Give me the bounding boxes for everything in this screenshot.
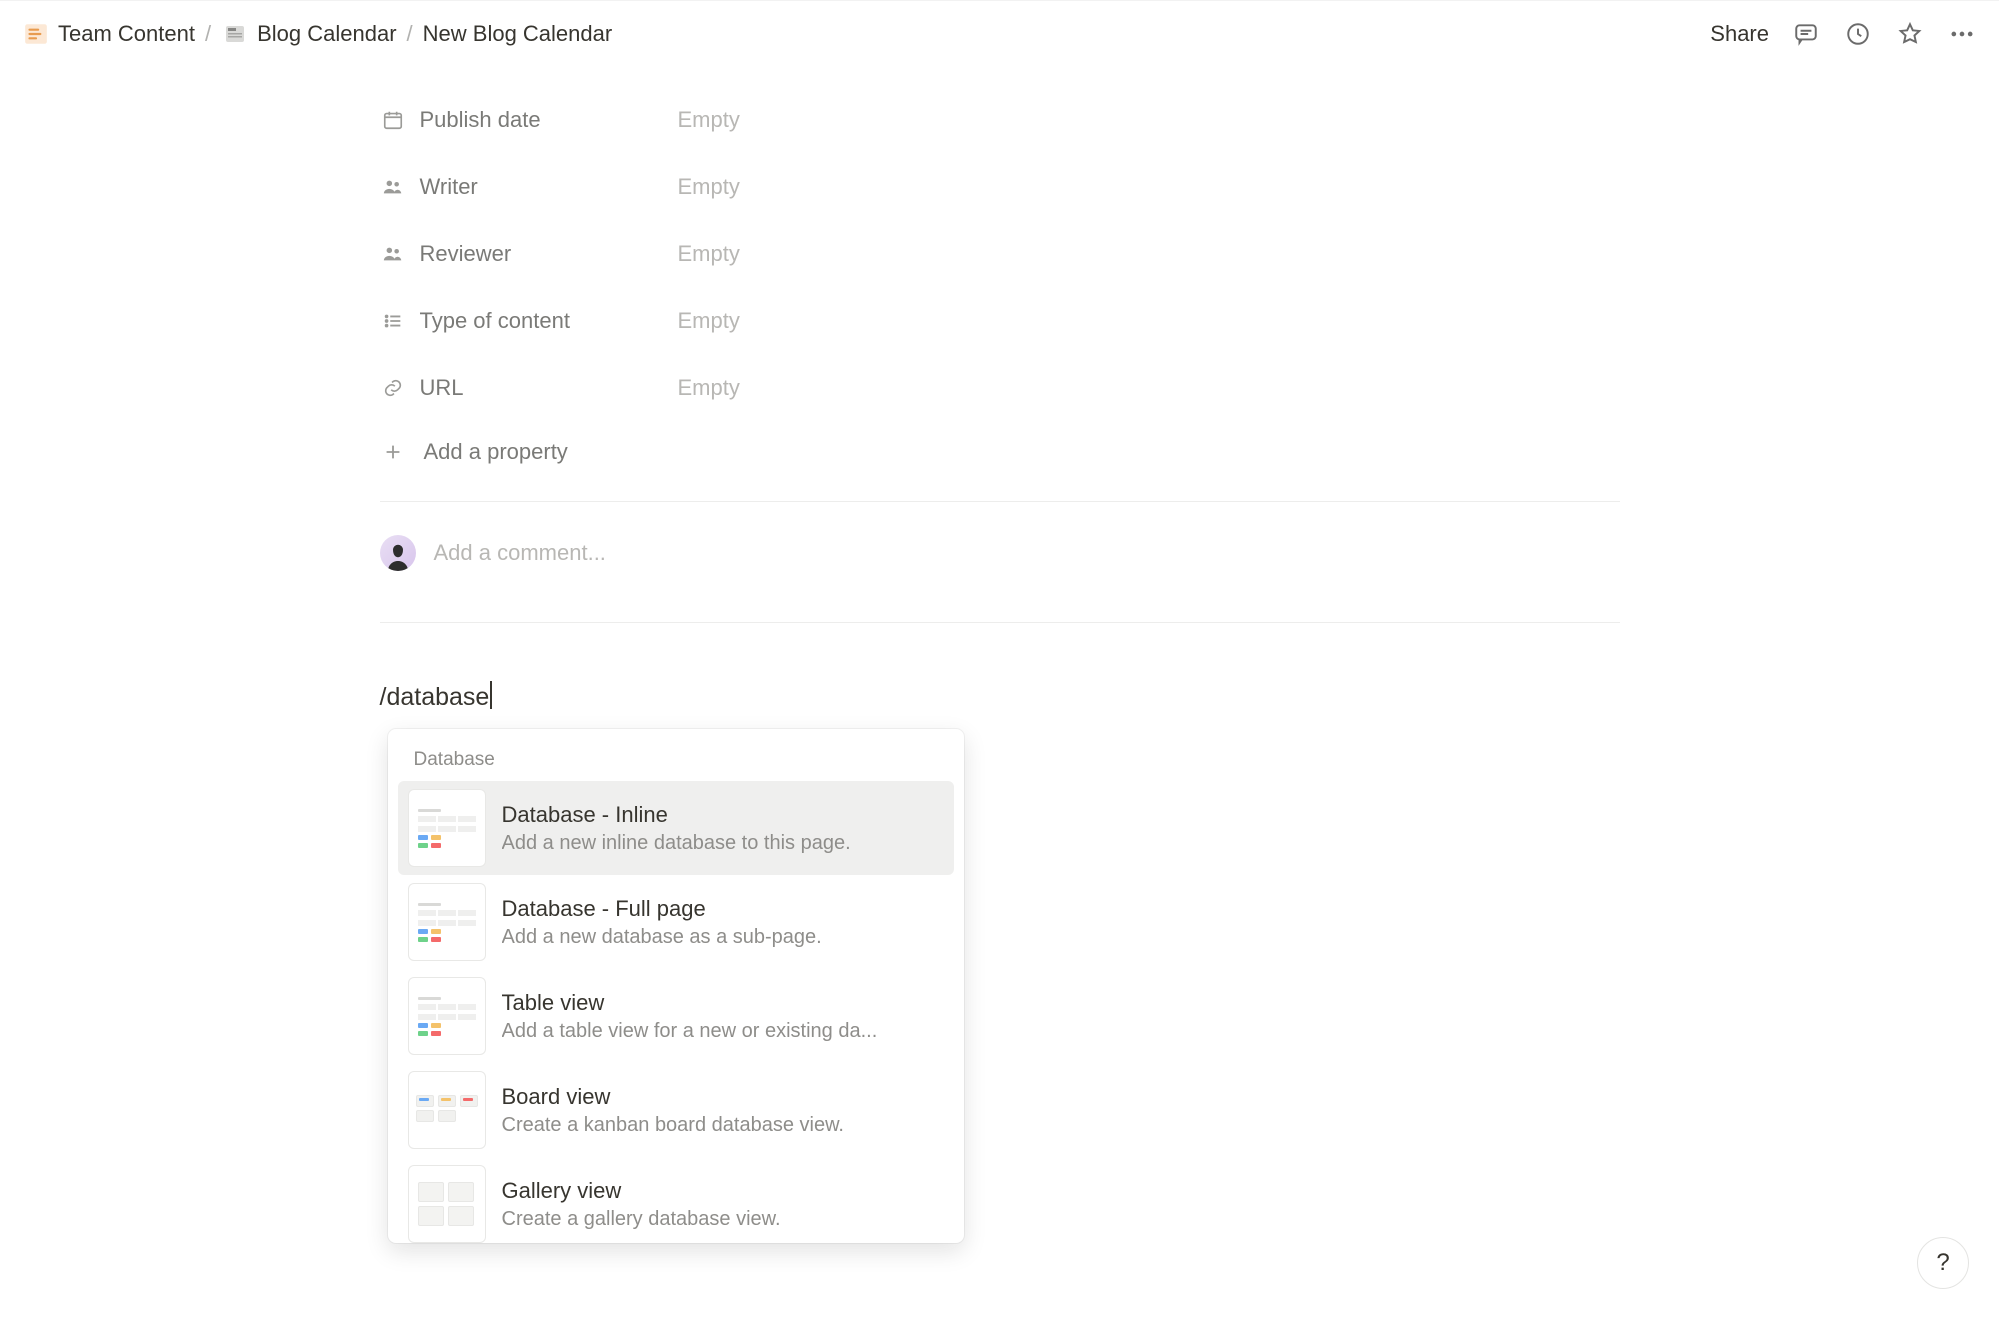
breadcrumb-item-current[interactable]: New Blog Calendar — [423, 21, 613, 47]
menu-item-desc: Add a new inline database to this page. — [502, 832, 851, 855]
topbar: Team Content / Blog Calendar / New Blog … — [0, 0, 1999, 66]
menu-thumb-icon — [408, 1071, 486, 1149]
property-name: URL — [420, 375, 464, 401]
menu-thumb-icon — [408, 977, 486, 1055]
text-cursor — [490, 681, 492, 709]
menu-thumb-icon — [408, 883, 486, 961]
menu-item-board-view[interactable]: Board view Create a kanban board databas… — [398, 1063, 954, 1157]
property-publish-date: Publish date Empty — [380, 86, 1620, 153]
property-value[interactable]: Empty — [678, 308, 740, 334]
menu-item-gallery-view[interactable]: Gallery view Create a gallery database v… — [398, 1157, 954, 1243]
breadcrumb-label: Team Content — [58, 21, 195, 47]
calendar-icon — [380, 107, 406, 133]
menu-thumb-icon — [408, 1165, 486, 1243]
menu-item-desc: Add a new database as a sub-page. — [502, 926, 822, 949]
newspaper-icon — [221, 20, 249, 48]
property-value[interactable]: Empty — [678, 375, 740, 401]
menu-item-database-inline[interactable]: Database - Inline Add a new inline datab… — [398, 781, 954, 875]
plus-icon — [380, 439, 406, 465]
command-input[interactable]: /database Database Database - Inline Add… — [380, 681, 1620, 712]
comments-icon[interactable] — [1791, 19, 1821, 49]
link-icon — [380, 375, 406, 401]
breadcrumb-separator-icon: / — [205, 21, 211, 47]
property-writer: Writer Empty — [380, 153, 1620, 220]
breadcrumb-separator-icon: / — [407, 21, 413, 47]
comment-row[interactable]: Add a comment... — [380, 502, 1620, 604]
menu-item-title: Gallery view — [502, 1178, 781, 1204]
property-reviewer: Reviewer Empty — [380, 220, 1620, 287]
add-property-button[interactable]: Add a property — [380, 421, 1620, 483]
menu-heading: Database — [388, 737, 964, 781]
command-text: /database — [380, 683, 490, 711]
menu-item-title: Table view — [502, 990, 878, 1016]
property-label[interactable]: URL — [380, 375, 678, 401]
property-name: Type of content — [420, 308, 570, 334]
list-icon — [380, 308, 406, 334]
people-icon — [380, 241, 406, 267]
help-button[interactable]: ? — [1917, 1237, 1969, 1289]
page-content: Publish date Empty Writer Empty Reviewer… — [380, 66, 1620, 712]
avatar — [380, 535, 416, 571]
add-property-label: Add a property — [424, 439, 568, 465]
menu-item-desc: Add a table view for a new or existing d… — [502, 1020, 878, 1043]
breadcrumb: Team Content / Blog Calendar / New Blog … — [22, 20, 612, 48]
property-label[interactable]: Reviewer — [380, 241, 678, 267]
updates-icon[interactable] — [1843, 19, 1873, 49]
menu-thumb-icon — [408, 789, 486, 867]
breadcrumb-item-team-content[interactable]: Team Content — [22, 20, 195, 48]
property-label[interactable]: Writer — [380, 174, 678, 200]
property-value[interactable]: Empty — [678, 174, 740, 200]
properties-list: Publish date Empty Writer Empty Reviewer… — [380, 86, 1620, 483]
share-button[interactable]: Share — [1710, 21, 1769, 47]
property-name: Reviewer — [420, 241, 512, 267]
people-icon — [380, 174, 406, 200]
menu-item-title: Database - Inline — [502, 802, 851, 828]
breadcrumb-label: Blog Calendar — [257, 21, 396, 47]
help-label: ? — [1936, 1249, 1949, 1277]
property-name: Publish date — [420, 107, 541, 133]
property-label[interactable]: Type of content — [380, 308, 678, 334]
breadcrumb-item-blog-calendar[interactable]: Blog Calendar — [221, 20, 396, 48]
property-value[interactable]: Empty — [678, 241, 740, 267]
divider — [380, 622, 1620, 623]
menu-item-title: Database - Full page — [502, 896, 822, 922]
property-type-of-content: Type of content Empty — [380, 287, 1620, 354]
menu-item-title: Board view — [502, 1084, 844, 1110]
menu-item-database-full-page[interactable]: Database - Full page Add a new database … — [398, 875, 954, 969]
more-icon[interactable] — [1947, 19, 1977, 49]
menu-item-table-view[interactable]: Table view Add a table view for a new or… — [398, 969, 954, 1063]
property-label[interactable]: Publish date — [380, 107, 678, 133]
favorite-icon[interactable] — [1895, 19, 1925, 49]
page-icon — [22, 20, 50, 48]
menu-item-desc: Create a gallery database view. — [502, 1208, 781, 1231]
comment-placeholder: Add a comment... — [434, 540, 606, 566]
property-name: Writer — [420, 174, 478, 200]
property-url: URL Empty — [380, 354, 1620, 421]
breadcrumb-label: New Blog Calendar — [423, 21, 613, 47]
property-value[interactable]: Empty — [678, 107, 740, 133]
menu-item-desc: Create a kanban board database view. — [502, 1114, 844, 1137]
topbar-actions: Share — [1710, 19, 1977, 49]
slash-menu: Database Database - Inline Add a new inl… — [388, 729, 964, 1243]
